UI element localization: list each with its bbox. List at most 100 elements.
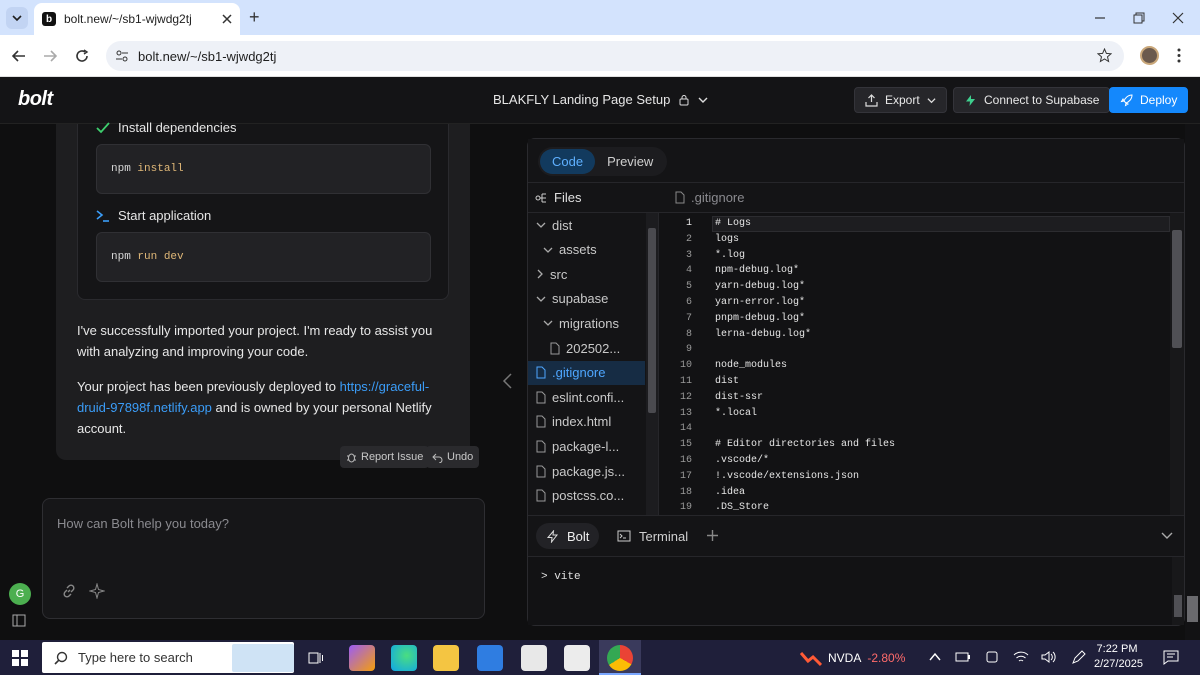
cmd-args: run dev <box>137 251 184 263</box>
tab-terminal[interactable]: Terminal <box>607 523 698 549</box>
deploy-button[interactable]: Deploy <box>1109 87 1189 113</box>
step-install: Install dependencies <box>96 120 237 135</box>
copilot-icon[interactable] <box>349 645 375 671</box>
restore-icon[interactable] <box>1133 12 1145 24</box>
file-icon <box>675 191 685 204</box>
minimize-icon[interactable] <box>1094 12 1106 24</box>
bolt-logo[interactable]: bolt <box>18 88 53 111</box>
search-icon <box>54 651 68 665</box>
terminal-scroll-thumb[interactable] <box>1174 595 1182 617</box>
code-line: node_modules <box>715 360 788 372</box>
line-number: 3 <box>685 249 692 261</box>
browser-tab[interactable]: b bolt.new/~/sb1-wjwdg2tj <box>34 3 240 35</box>
supabase-bolt-icon <box>966 94 975 106</box>
camera-icon[interactable] <box>564 645 590 671</box>
tab-bolt-terminal[interactable]: Bolt <box>536 523 600 549</box>
sidebar-toggle-icon[interactable] <box>12 614 26 627</box>
reload-icon[interactable] <box>75 49 89 63</box>
back-arrow-icon[interactable] <box>12 49 26 63</box>
terminal-window-icon <box>617 530 631 542</box>
file-tree-file[interactable]: index.html <box>528 410 645 434</box>
connect-supabase-button[interactable]: Connect to Supabase <box>953 87 1111 113</box>
code-line: # Logs <box>715 218 752 229</box>
line-number: 9 <box>685 344 692 356</box>
file-tree-label: package.js... <box>552 463 625 479</box>
close-icon[interactable] <box>222 14 232 24</box>
terminal-icon <box>96 209 109 222</box>
link-icon[interactable] <box>61 583 77 599</box>
clock-date: 2/27/2025 <box>1094 658 1143 670</box>
editor-scroll-thumb[interactable] <box>1172 230 1182 348</box>
page-scrollbar[interactable] <box>1185 124 1200 640</box>
step-start: Start application <box>96 208 211 223</box>
chevron-down-icon <box>12 15 22 22</box>
line-number: 18 <box>679 486 692 498</box>
wifi-icon[interactable] <box>1013 650 1029 664</box>
volume-icon[interactable] <box>1041 650 1057 664</box>
new-tab-button[interactable]: + <box>249 7 265 28</box>
cmd-args: install <box>137 163 184 175</box>
file-tree-file[interactable]: eslint.confi... <box>528 385 645 409</box>
kebab-menu-icon[interactable] <box>1177 48 1181 63</box>
stock-change: -2.80% <box>867 650 906 665</box>
terminal-output[interactable] <box>528 557 1172 625</box>
file-tree-file[interactable]: .gitignore <box>528 360 645 385</box>
window-close-icon[interactable] <box>1172 12 1184 24</box>
export-button[interactable]: Export <box>854 87 947 113</box>
file-tree-folder[interactable]: migrations <box>528 311 645 335</box>
line-number: 7 <box>685 312 692 324</box>
battery-icon[interactable] <box>955 651 971 663</box>
mail-icon[interactable] <box>521 645 547 671</box>
file-tree-folder[interactable]: dist <box>528 213 645 237</box>
undo-button[interactable]: Undo <box>426 446 480 468</box>
sparkle-icon[interactable] <box>89 583 105 599</box>
open-file-breadcrumb: .gitignore <box>691 190 745 205</box>
plus-icon[interactable] <box>706 529 719 542</box>
file-tree-scroll-thumb[interactable] <box>648 228 656 413</box>
file-tree-folder[interactable]: supabase <box>528 287 645 311</box>
files-header <box>528 183 1184 213</box>
tab-search-button[interactable] <box>6 7 28 29</box>
file-tree-file[interactable]: 202502... <box>528 336 645 360</box>
search-highlight-image <box>232 644 294 672</box>
current-line-highlight <box>712 216 1170 232</box>
code-line: *.local <box>715 407 758 419</box>
file-tree-folder[interactable]: assets <box>528 238 645 262</box>
store-icon[interactable] <box>477 645 503 671</box>
file-tree-label: migrations <box>559 315 619 331</box>
project-title-menu[interactable]: BLAKFLY Landing Page Setup <box>493 92 708 107</box>
chevron-up-icon[interactable] <box>929 652 941 662</box>
tab-code[interactable]: Code <box>540 149 596 174</box>
bookmark-star-icon[interactable] <box>1097 48 1112 63</box>
profile-avatar[interactable] <box>1140 46 1159 65</box>
chevron-down-icon[interactable] <box>1161 532 1173 540</box>
task-view-icon[interactable] <box>308 650 324 666</box>
command-block: npm run dev <box>96 232 431 282</box>
address-bar[interactable]: bolt.new/~/sb1-wjwdg2tj <box>106 41 1124 71</box>
page-scroll-thumb[interactable] <box>1187 596 1198 622</box>
user-avatar[interactable]: G <box>9 583 31 605</box>
notification-icon[interactable] <box>1163 649 1179 665</box>
file-tree-file[interactable]: package.js... <box>528 459 645 483</box>
file-tree-folder[interactable]: src <box>528 262 645 286</box>
file-tree-file[interactable]: postcss.co... <box>528 484 645 508</box>
project-title: BLAKFLY Landing Page Setup <box>493 92 671 107</box>
collapse-chat-button[interactable] <box>502 373 512 389</box>
site-settings-icon[interactable] <box>115 49 129 63</box>
forward-arrow-icon[interactable] <box>43 49 57 63</box>
file-explorer-icon[interactable] <box>433 645 459 671</box>
meet-now-icon[interactable] <box>985 650 999 664</box>
tab-preview[interactable]: Preview <box>595 149 665 174</box>
code-line: dist-ssr <box>715 391 764 403</box>
pen-icon[interactable] <box>1071 650 1087 665</box>
file-tree-file[interactable]: package-l... <box>528 434 645 458</box>
undo-icon <box>432 453 443 463</box>
edge-icon[interactable] <box>391 645 417 671</box>
file-tree-label: supabase <box>552 291 609 307</box>
line-number: 19 <box>679 502 692 514</box>
windows-start-icon[interactable] <box>12 650 28 666</box>
report-issue-button[interactable]: Report Issue <box>340 446 430 468</box>
file-tree-label: 202502... <box>566 340 621 356</box>
stock-name[interactable]: NVDA <box>828 651 861 665</box>
taskbar-clock[interactable]: 7:22 PM 2/27/2025 <box>1094 642 1143 672</box>
